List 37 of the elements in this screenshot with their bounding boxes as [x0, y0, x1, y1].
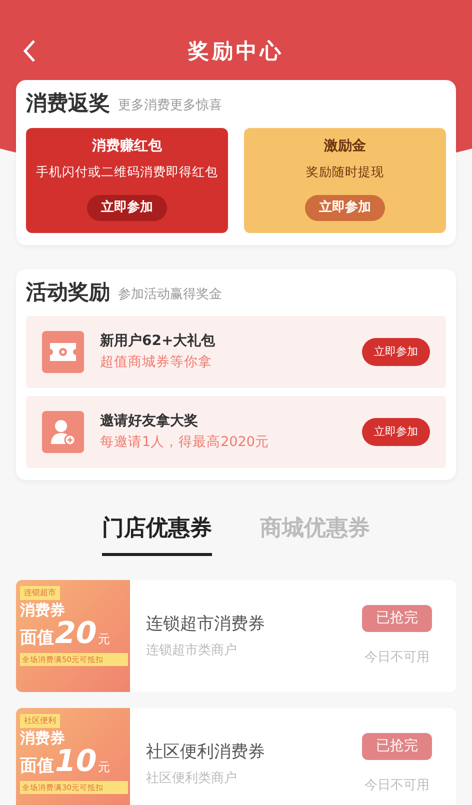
join-button[interactable]: 立即参加 — [305, 195, 385, 221]
join-button[interactable]: 立即参加 — [362, 338, 430, 366]
add-user-icon — [42, 411, 84, 453]
ticket-icon — [42, 331, 84, 373]
section-title: 消费返奖 — [26, 90, 110, 117]
activity-title: 邀请好友拿大奖 — [100, 412, 199, 432]
coupon-title: 社区便利消费券 — [146, 740, 266, 764]
coupon-title: 连锁超市消费券 — [146, 612, 266, 636]
section-subtitle: 更多消费更多惊喜 — [118, 97, 222, 115]
section-title: 活动奖励 — [26, 278, 110, 306]
section-subtitle: 参加活动赢得奖金 — [118, 286, 222, 304]
join-button[interactable]: 立即参加 — [362, 418, 430, 446]
back-icon[interactable] — [22, 38, 36, 63]
coupon-description: 社区便利类商户 — [146, 770, 238, 788]
currency-unit: 元 — [98, 758, 110, 776]
card-description: 奖励随时提现 — [306, 162, 384, 180]
availability-note: 今日不可用 — [364, 776, 430, 795]
currency-unit: 元 — [98, 630, 110, 648]
page-title: 奖励中心 — [188, 38, 284, 66]
coupon-type-text: 消费券 — [20, 602, 66, 618]
activity-description: 超值商城券等你拿 — [100, 353, 213, 372]
card-description: 手机闪付或二维码消费即得红包 — [36, 162, 218, 180]
activity-description: 每邀请1人，得最高2020元 — [100, 433, 270, 452]
card-title: 激励金 — [324, 136, 366, 156]
coupon-tag: 社区便利 — [20, 714, 60, 728]
coupon-tab[interactable]: 门店优惠券 — [102, 512, 212, 556]
coupon-amount: 10 — [55, 746, 97, 776]
activity-title: 新用户62+大礼包 — [100, 332, 216, 352]
join-button[interactable]: 立即参加 — [87, 195, 167, 221]
value-label: 面值 — [20, 754, 54, 778]
coupon-type-text: 消费券 — [20, 730, 66, 746]
coupon-tag: 连锁超市 — [20, 586, 60, 600]
card-title: 消费赚红包 — [92, 136, 162, 156]
coupon-description: 连锁超市类商户 — [146, 642, 238, 660]
coupon-amount: 20 — [55, 618, 97, 648]
availability-note: 今日不可用 — [364, 648, 430, 667]
value-label: 面值 — [20, 626, 54, 650]
